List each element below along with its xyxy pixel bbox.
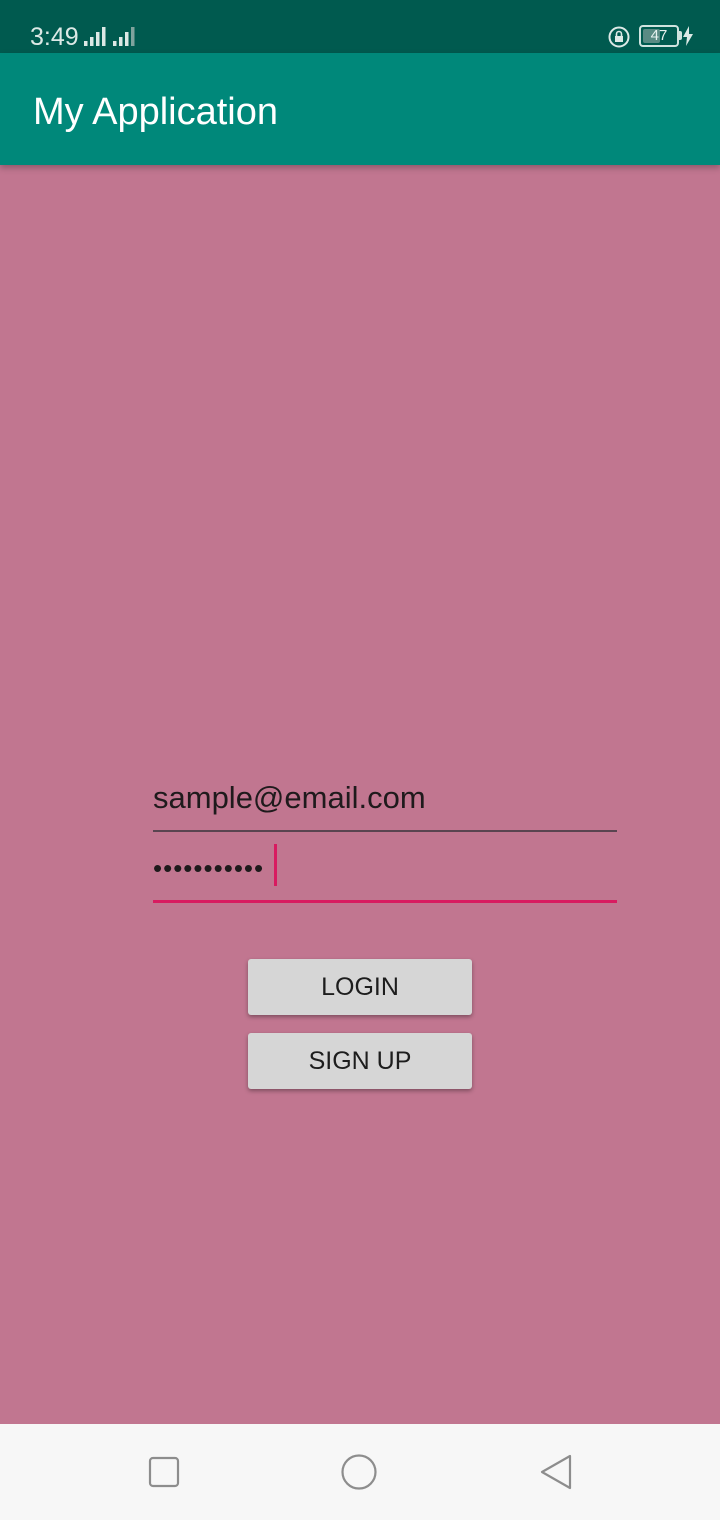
app-bar: My Application [0,53,720,165]
password-input-value: ••••••••••• [153,853,265,883]
battery-level: 47 [650,27,668,44]
signal-icon [84,27,106,46]
email-input-value: sample@email.com [153,780,426,815]
battery-icon: 47 [639,25,679,47]
home-icon[interactable] [341,1454,377,1490]
password-field[interactable]: ••••••••••• [153,840,617,903]
email-field[interactable]: sample@email.com [153,772,617,832]
login-button[interactable]: LOGIN [248,959,472,1015]
back-icon[interactable] [538,1454,574,1490]
signal-icon [113,27,135,46]
app-title: My Application [33,91,279,133]
text-caret [274,844,277,886]
battery-tip [679,31,682,40]
rotation-lock-icon [608,26,630,48]
recents-icon[interactable] [146,1454,182,1490]
status-bar: 3:49 47 [0,0,720,53]
sign-up-button[interactable]: SIGN UP [248,1033,472,1089]
navigation-bar [0,1424,720,1520]
charging-icon [683,26,693,46]
status-time: 3:49 [30,23,79,51]
